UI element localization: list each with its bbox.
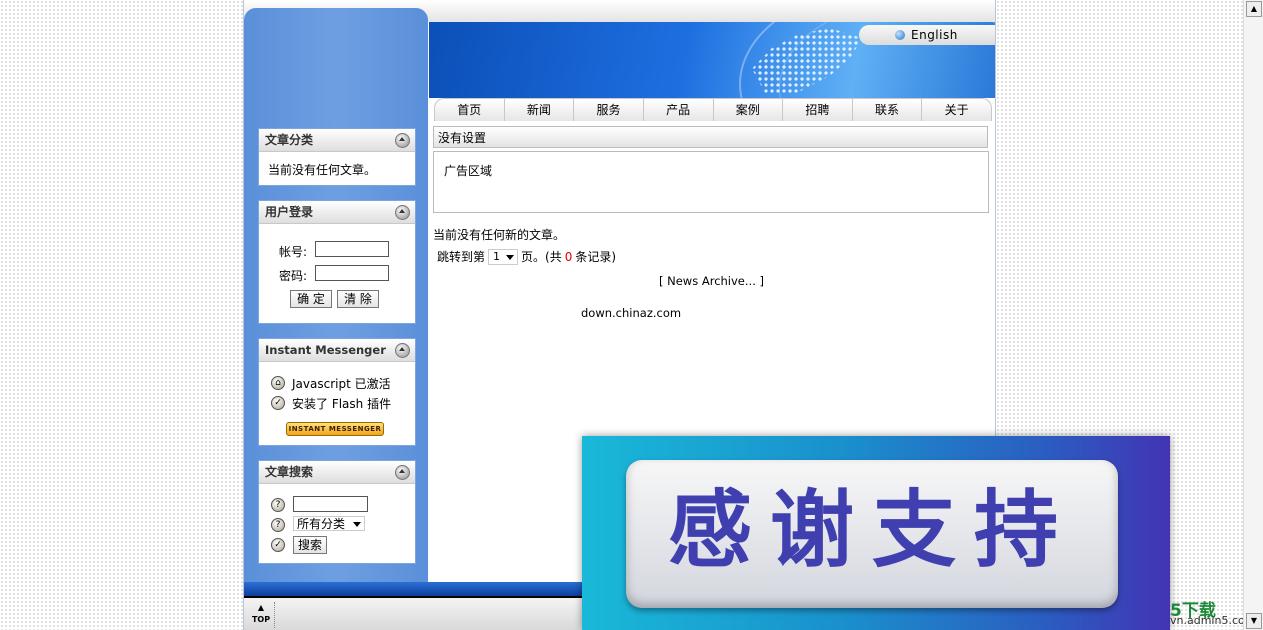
ad-text: 广告区域 — [444, 164, 493, 178]
collapse-icon[interactable] — [395, 343, 410, 358]
categories-box: 文章分类 当前没有任何文章。 — [258, 128, 416, 186]
site-text: down.chinaz.com — [581, 306, 682, 320]
jump-suffix-a: 页。(共 — [521, 250, 562, 264]
news-archive-link[interactable]: [ News Archive... ] — [433, 274, 990, 288]
pagination: 跳转到第 1 页。(共 0 条记录) — [437, 248, 616, 265]
categories-title: 文章分类 — [265, 133, 314, 147]
overlay-plate: 感谢支持 — [626, 460, 1118, 608]
messenger-title: Instant Messenger — [265, 343, 386, 357]
nav-item-contact[interactable]: 联系 — [853, 99, 923, 121]
search-box: 文章搜索 ? ? 所有分类 ✓ 搜索 — [258, 460, 416, 564]
section-header: 没有设置 — [433, 126, 988, 148]
password-label: 密码: — [279, 269, 308, 283]
nav-item-about[interactable]: 关于 — [922, 99, 991, 121]
account-input[interactable] — [315, 241, 389, 257]
check-icon: ✓ — [271, 396, 285, 410]
sidebar: 文章分类 当前没有任何文章。 用户登录 帐号: 密码: 确 定 清 除 Inst… — [244, 8, 428, 582]
home-icon: ⌂ — [271, 376, 285, 390]
collapse-icon[interactable] — [395, 205, 410, 220]
support-overlay-image: 感谢支持 — [582, 436, 1170, 630]
back-to-top-button[interactable]: ▲ TOP — [248, 602, 275, 628]
overlay-text: 感谢支持 — [667, 481, 1076, 579]
header-banner: English — [429, 22, 995, 98]
scrollbar[interactable]: ▲ ▼ — [1243, 0, 1263, 630]
chevron-down-icon — [353, 522, 361, 527]
search-header: 文章搜索 — [259, 461, 415, 484]
messenger-box: Instant Messenger ⌂ Javascript 已激活 ✓ 安装了… — [258, 338, 416, 446]
nav-item-news[interactable]: 新闻 — [505, 99, 575, 121]
globe-icon — [895, 30, 905, 40]
top-label: TOP — [251, 615, 271, 624]
chevron-down-icon — [506, 254, 515, 260]
search-input[interactable] — [293, 496, 368, 512]
main-nav: 首页 新闻 服务 产品 案例 招聘 联系 关于 — [434, 98, 992, 121]
login-ok-button[interactable]: 确 定 — [290, 290, 332, 308]
search-icon: ? — [271, 498, 285, 512]
collapse-icon[interactable] — [395, 465, 410, 480]
nav-item-jobs[interactable]: 招聘 — [783, 99, 853, 121]
category-select-value: 所有分类 — [297, 517, 346, 531]
category-select[interactable]: 所有分类 — [293, 516, 365, 531]
scroll-up-icon[interactable]: ▲ — [1246, 1, 1262, 17]
arrow-up-icon: ▲ — [257, 603, 265, 612]
ad-area: 广告区域 — [433, 151, 989, 213]
scroll-down-icon[interactable]: ▼ — [1246, 613, 1262, 629]
nav-item-home[interactable]: 首页 — [435, 99, 505, 121]
check-icon: ✓ — [271, 538, 285, 552]
page-select-value: 1 — [493, 249, 501, 263]
jump-suffix-b: 条记录) — [575, 250, 617, 264]
page-select[interactable]: 1 — [488, 248, 519, 265]
collapse-icon[interactable] — [395, 133, 410, 148]
flash-status: 安装了 Flash 插件 — [292, 397, 392, 411]
categories-empty-text: 当前没有任何文章。 — [268, 163, 377, 177]
search-icon: ? — [271, 518, 285, 532]
language-switch[interactable]: English — [859, 25, 995, 45]
language-label: English — [911, 28, 958, 42]
messenger-header: Instant Messenger — [259, 339, 415, 362]
password-input[interactable] — [315, 265, 389, 281]
login-title: 用户登录 — [265, 205, 314, 219]
instant-messenger-button[interactable]: INSTANT MESSENGER — [286, 422, 384, 436]
nav-item-products[interactable]: 产品 — [644, 99, 714, 121]
search-button[interactable]: 搜索 — [293, 536, 327, 554]
login-box: 用户登录 帐号: 密码: 确 定 清 除 — [258, 200, 416, 324]
account-label: 帐号: — [279, 245, 308, 259]
login-clear-button[interactable]: 清 除 — [337, 290, 379, 308]
jump-prefix: 跳转到第 — [437, 250, 486, 264]
categories-header: 文章分类 — [259, 129, 415, 152]
js-status: Javascript 已激活 — [292, 377, 391, 391]
search-title: 文章搜索 — [265, 465, 314, 479]
no-articles-text: 当前没有任何新的文章。 — [433, 228, 566, 242]
nav-item-services[interactable]: 服务 — [574, 99, 644, 121]
login-header: 用户登录 — [259, 201, 415, 224]
nav-item-cases[interactable]: 案例 — [714, 99, 784, 121]
record-count: 0 — [564, 249, 573, 264]
